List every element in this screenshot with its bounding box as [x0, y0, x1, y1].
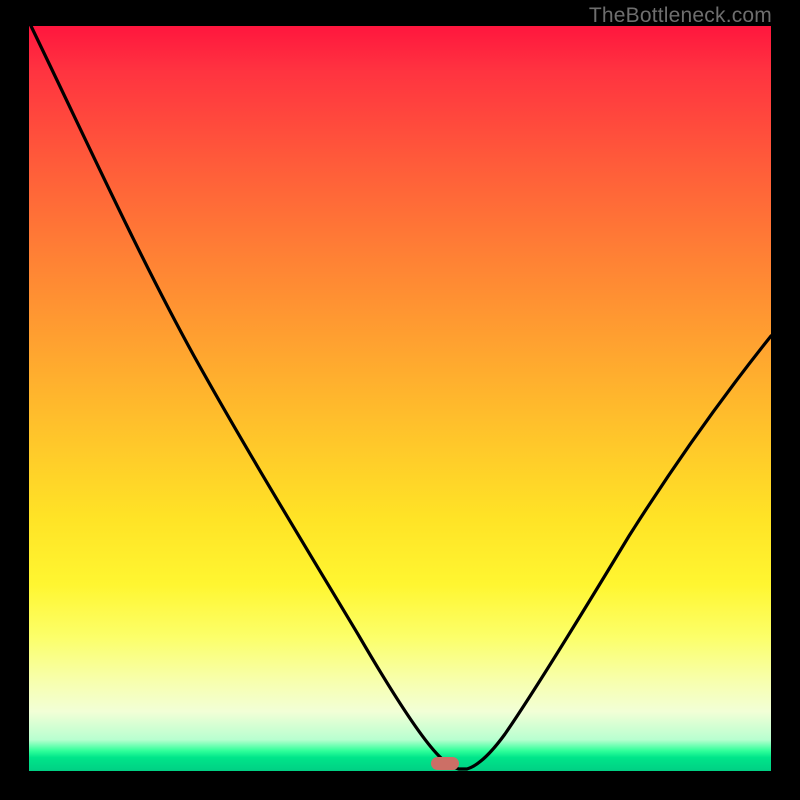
bottleneck-curve — [29, 26, 771, 771]
optimal-point-marker — [431, 757, 459, 770]
attribution-text: TheBottleneck.com — [589, 4, 772, 28]
curve-path — [31, 26, 771, 769]
chart-frame: TheBottleneck.com — [0, 0, 800, 800]
